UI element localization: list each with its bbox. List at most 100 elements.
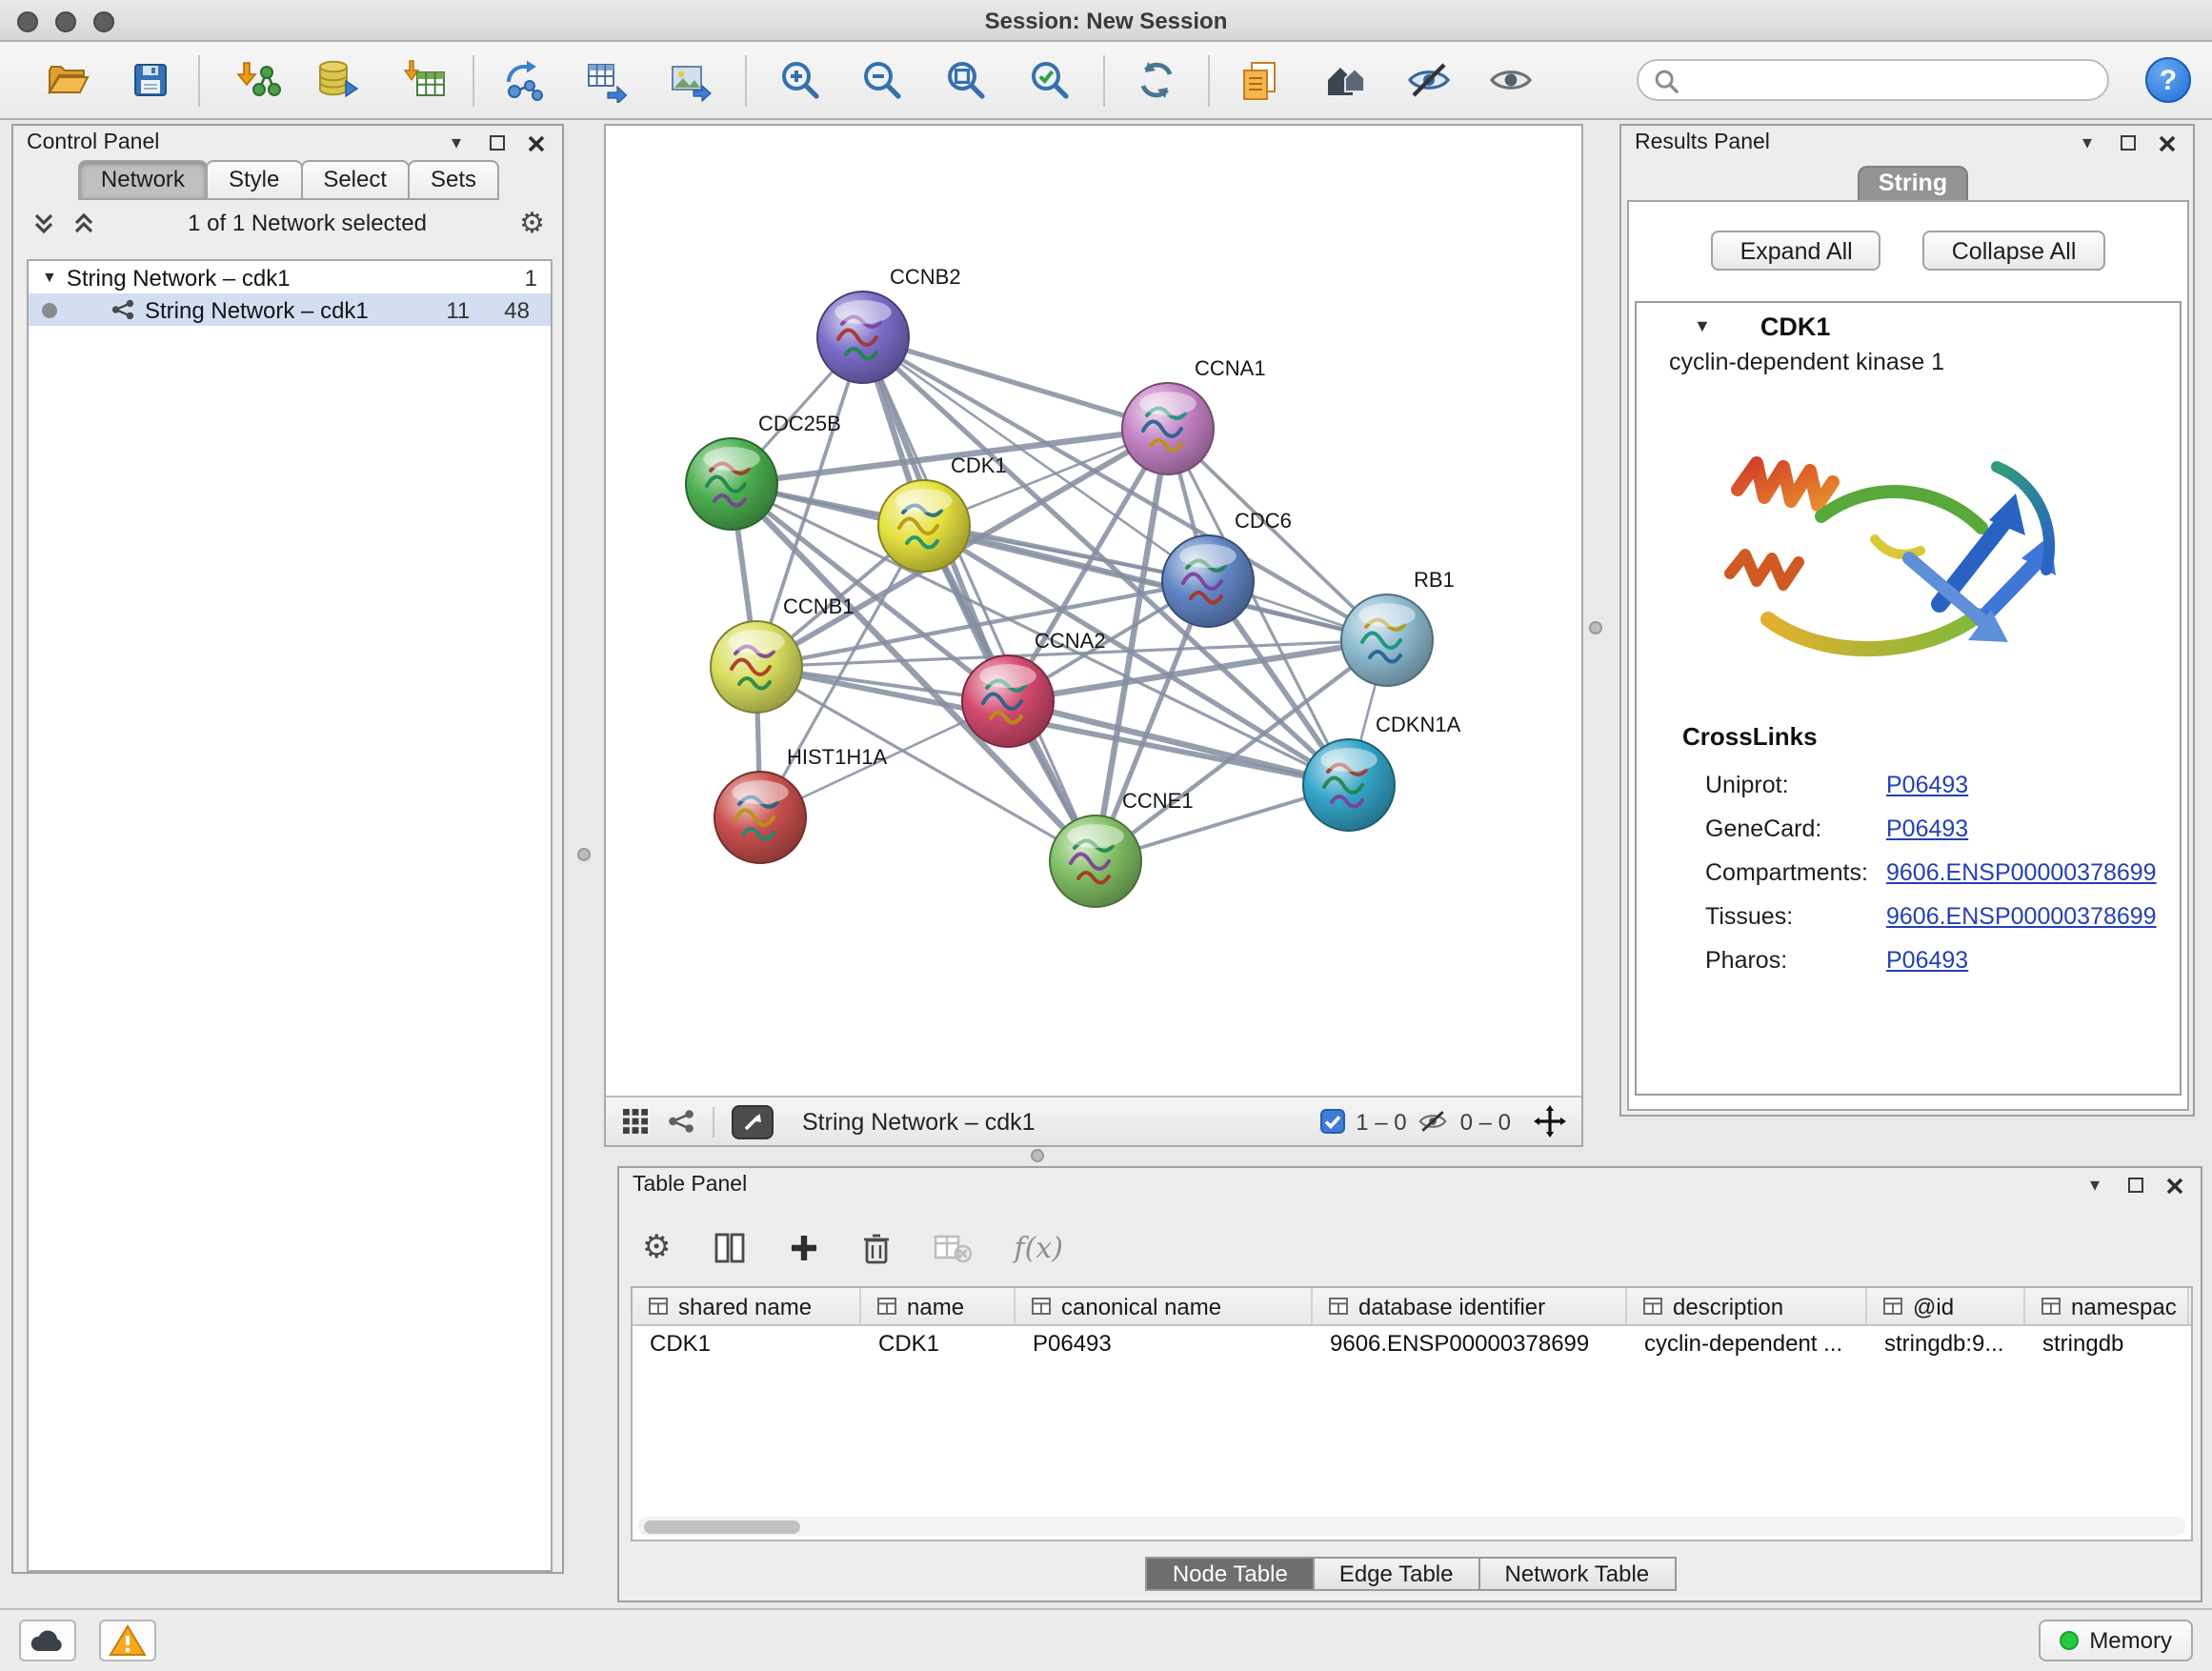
panel-menu-button[interactable]: ▾	[2082, 1173, 2107, 1198]
tab-node-table[interactable]: Node Table	[1146, 1557, 1315, 1591]
expand-all-button[interactable]: Expand All	[1712, 231, 1881, 271]
function-builder-button[interactable]: f(x)	[1015, 1231, 1063, 1265]
network-collection-row[interactable]: ▼ String Network – cdk1 1	[29, 261, 551, 293]
chevron-down-icon: ▾	[2082, 132, 2092, 153]
collapse-all-button[interactable]: Collapse All	[1923, 231, 2105, 271]
splitter-handle-left[interactable]	[577, 848, 591, 861]
crosslink-value-link[interactable]: 9606.ENSP00000378699	[1886, 902, 2157, 929]
network-edge-CCNB2-CCNE1[interactable]	[863, 337, 1096, 861]
network-label: String Network – cdk1	[145, 296, 369, 323]
crosslink-value-link[interactable]: 9606.ENSP00000378699	[1886, 858, 2157, 885]
table-cell[interactable]: CDK1	[861, 1326, 1016, 1362]
cloud-status-button[interactable]	[19, 1620, 76, 1661]
network-options-gear-button[interactable]: ⚙	[519, 209, 545, 237]
table-settings-gear-button[interactable]: ⚙	[642, 1232, 672, 1264]
collapse-section-icon[interactable]: ▼	[1694, 316, 1711, 335]
import-network-from-database-button[interactable]	[311, 53, 364, 107]
show-columns-button[interactable]	[714, 1231, 748, 1265]
control-panel-tabs: NetworkStyleSelectSets	[13, 160, 562, 200]
network-view-title: String Network – cdk1	[802, 1108, 1036, 1135]
export-image-button[interactable]	[663, 53, 716, 107]
tree-expand-icon[interactable]: ▼	[42, 269, 57, 286]
warnings-button[interactable]	[99, 1620, 156, 1661]
refresh-view-button[interactable]	[1130, 53, 1183, 107]
splitter-handle-bottom[interactable]	[1031, 1149, 1044, 1162]
splitter-handle-right[interactable]	[1589, 621, 1602, 634]
crosslink-value-link[interactable]: P06493	[1886, 771, 1968, 797]
table-horizontal-scrollbar[interactable]	[638, 1517, 2185, 1536]
zoom-selected-button[interactable]	[1023, 53, 1076, 107]
network-row[interactable]: String Network – cdk1 11 48	[29, 293, 551, 326]
column-header-label: database identifier	[1358, 1293, 1545, 1319]
network-node-label: CDKN1A	[1376, 713, 1461, 736]
tab-style[interactable]: Style	[206, 160, 302, 200]
home-button[interactable]	[1318, 53, 1372, 107]
table-cell[interactable]: stringdb:9...	[1867, 1326, 2025, 1362]
panel-menu-button[interactable]: ▾	[444, 131, 469, 155]
duplicate-document-button[interactable]	[1233, 53, 1286, 107]
table-row[interactable]: CDK1CDK1P064939606.ENSP00000378699cyclin…	[633, 1326, 2191, 1362]
column-header-canonical-name[interactable]: canonical name	[1016, 1288, 1313, 1324]
gene-section: ▼ CDK1 cyclin-dependent kinase 1	[1635, 301, 2182, 1096]
column-header-@id[interactable]: @id	[1867, 1288, 2025, 1324]
network-canvas[interactable]: CCNB2CCNA1CDC25BCDK1CDC6RB1CCNB1CCNA2CDK…	[606, 126, 1585, 1096]
column-header-database-identifier[interactable]: database identifier	[1313, 1288, 1627, 1324]
show-items-button[interactable]	[1484, 53, 1538, 107]
crosslink-label: Tissues:	[1705, 902, 1886, 929]
help-button[interactable]: ?	[2145, 57, 2191, 103]
tab-sets[interactable]: Sets	[408, 160, 499, 200]
panel-menu-button[interactable]: ▾	[2075, 131, 2100, 155]
zoom-selected-icon	[1027, 57, 1073, 103]
tab-edge-table[interactable]: Edge Table	[1313, 1557, 1480, 1591]
search-input[interactable]	[1688, 67, 2092, 93]
crosslink-value-link[interactable]: P06493	[1886, 946, 1968, 973]
delete-column-button[interactable]	[862, 1231, 893, 1265]
scrollbar-thumb[interactable]	[644, 1520, 800, 1533]
column-header-namespac[interactable]: namespac	[2025, 1288, 2189, 1324]
table-cell[interactable]: P06493	[1016, 1326, 1313, 1362]
memory-button[interactable]: Memory	[2038, 1620, 2193, 1661]
import-table-from-file-button[interactable]	[398, 53, 452, 107]
panel-close-button[interactable]	[524, 131, 549, 155]
clone-network-button[interactable]	[579, 53, 633, 107]
panel-float-button[interactable]	[2115, 131, 2140, 155]
open-session-button[interactable]	[40, 53, 93, 107]
table-cell[interactable]: 9606.ENSP00000378699	[1313, 1326, 1627, 1362]
import-network-from-file-button[interactable]	[232, 53, 286, 107]
hide-items-button[interactable]	[1402, 53, 1456, 107]
expand-all-networks-button[interactable]	[30, 211, 55, 235]
birdseye-view-button[interactable]	[621, 1107, 650, 1136]
network-view-toolbar: String Network – cdk1 1 – 0 0 – 0	[606, 1096, 1581, 1145]
save-session-button[interactable]	[124, 53, 177, 107]
collapse-all-networks-button[interactable]	[70, 211, 95, 235]
tab-select[interactable]: Select	[300, 160, 410, 200]
panel-float-button[interactable]	[484, 131, 509, 155]
table-cell[interactable]: cyclin-dependent ...	[1627, 1326, 1867, 1362]
panel-close-button[interactable]	[2155, 131, 2180, 155]
zoom-fit-button[interactable]	[939, 53, 993, 107]
gene-section-header[interactable]: ▼ CDK1	[1637, 303, 2180, 349]
column-header-label: description	[1673, 1293, 1783, 1319]
create-column-button[interactable]	[790, 1233, 820, 1263]
close-icon	[528, 134, 545, 151]
column-header-name[interactable]: name	[861, 1288, 1016, 1324]
network-edge-CCNB2-CCNA1[interactable]	[863, 337, 1168, 429]
panel-float-button[interactable]	[2122, 1173, 2147, 1198]
panel-close-button[interactable]	[2162, 1173, 2187, 1198]
node-gloss-highlight	[1320, 748, 1377, 772]
table-cell[interactable]: stringdb	[2025, 1326, 2189, 1362]
column-header-description[interactable]: description	[1627, 1288, 1867, 1324]
tab-network-table[interactable]: Network Table	[1478, 1557, 1677, 1591]
tab-string[interactable]: String	[1858, 166, 1968, 200]
delete-table-button-disabled[interactable]	[935, 1233, 973, 1263]
tab-network[interactable]: Network	[78, 160, 208, 200]
column-header-shared-name[interactable]: shared name	[633, 1288, 861, 1324]
annotation-mode-button[interactable]	[732, 1104, 774, 1138]
new-network-button[interactable]	[497, 53, 551, 107]
table-cell[interactable]: CDK1	[633, 1326, 861, 1362]
zoom-in-button[interactable]	[774, 53, 827, 107]
zoom-out-button[interactable]	[855, 53, 909, 107]
crosslink-value-link[interactable]: P06493	[1886, 815, 1968, 841]
network-overview-button[interactable]	[667, 1107, 695, 1136]
pan-mode-button[interactable]	[1534, 1105, 1566, 1137]
